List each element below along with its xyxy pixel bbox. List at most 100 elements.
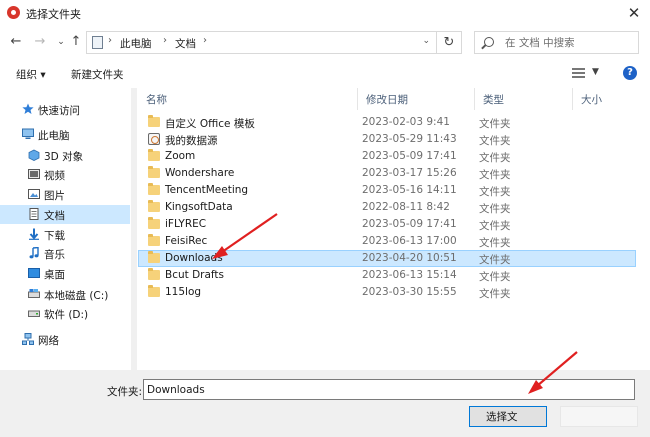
window-title: 选择文件夹 [26, 8, 81, 21]
command-bar: 组织 ▾ 新建文件夹 ▼ ? [0, 60, 650, 86]
document-icon [29, 208, 39, 220]
nav-item-videos[interactable]: 视频 [0, 165, 130, 184]
up-arrow-icon[interactable]: ↑ [68, 34, 84, 50]
file-type: 文件夹 [479, 237, 511, 249]
table-row[interactable]: 115log 2023-03-30 15:55 文件夹 [138, 284, 636, 301]
nav-item-this-pc[interactable]: 此电脑 [0, 125, 130, 144]
file-name: Downloads [165, 252, 223, 264]
nav-label: 网络 [38, 335, 59, 347]
file-type: 文件夹 [479, 135, 511, 147]
nav-item-network[interactable]: 网络 [0, 330, 130, 349]
folder-icon [148, 234, 160, 246]
table-row[interactable]: Bcut Drafts 2023-06-13 15:14 文件夹 [138, 267, 636, 284]
organize-button[interactable]: 组织 ▾ [16, 67, 46, 82]
search-box[interactable] [474, 31, 639, 54]
file-date: 2023-02-03 9:41 [362, 116, 450, 128]
back-arrow-icon[interactable]: ← [8, 34, 24, 50]
table-row[interactable]: 自定义 Office 模板 2023-02-03 9:41 文件夹 [138, 114, 636, 131]
location-icon [92, 36, 103, 49]
column-header-date-modified[interactable]: 修改日期 [358, 88, 475, 110]
file-type: 文件夹 [479, 203, 511, 215]
folder-name-input[interactable] [143, 379, 635, 400]
address-dropdown-icon[interactable]: ⌄ [422, 36, 430, 46]
file-date: 2023-05-09 17:41 [362, 150, 457, 162]
close-button[interactable]: ✕ [618, 0, 650, 26]
table-row[interactable]: Wondershare 2023-03-17 15:26 文件夹 [138, 165, 636, 182]
dialog-footer: 文件夹: 选择文 [0, 370, 650, 437]
nav-item-desktop[interactable]: 桌面 [0, 264, 130, 283]
music-icon [29, 247, 39, 259]
file-name: 我的数据源 [165, 135, 218, 147]
file-type: 文件夹 [479, 169, 511, 181]
nav-label: 此电脑 [38, 130, 70, 142]
file-date: 2023-03-30 15:55 [362, 286, 457, 298]
table-row[interactable]: iFLYREC 2023-05-09 17:41 文件夹 [138, 216, 636, 233]
nav-label: 下载 [44, 230, 65, 242]
file-date: 2023-05-09 17:41 [362, 218, 457, 230]
table-row[interactable]: Zoom 2023-05-09 17:41 文件夹 [138, 148, 636, 165]
nav-item-software-d[interactable]: 软件 (D:) [0, 304, 130, 323]
nav-item-music[interactable]: 音乐 [0, 244, 130, 263]
table-row[interactable]: FeisiRec 2023-06-13 17:00 文件夹 [138, 233, 636, 250]
breadcrumb-separator-icon[interactable]: › [108, 35, 112, 46]
breadcrumb-separator-icon[interactable]: › [163, 35, 167, 46]
file-name: Wondershare [165, 167, 235, 179]
table-row[interactable]: 我的数据源 2023-05-29 11:43 文件夹 [138, 131, 636, 148]
drive-icon [28, 310, 40, 317]
file-name: iFLYREC [165, 218, 207, 230]
nav-item-local-disk-c[interactable]: 本地磁盘 (C:) [0, 285, 130, 304]
breadcrumb-documents[interactable]: 文档 [175, 36, 196, 51]
recent-locations-chevron-icon[interactable]: ⌄ [53, 34, 69, 50]
file-type: 文件夹 [479, 186, 511, 198]
file-date: 2023-05-29 11:43 [362, 133, 457, 145]
view-dropdown-icon[interactable]: ▼ [592, 67, 599, 77]
nav-label: 音乐 [44, 249, 65, 261]
file-date: 2022-08-11 8:42 [362, 201, 450, 213]
folder-icon [148, 217, 160, 229]
breadcrumb-separator-icon[interactable]: › [203, 35, 207, 46]
folder-icon [148, 285, 160, 297]
folder-icon [148, 166, 160, 178]
help-icon[interactable]: ? [623, 66, 637, 80]
video-icon [28, 169, 40, 179]
column-header-name[interactable]: 名称 [138, 88, 358, 110]
new-folder-button[interactable]: 新建文件夹 [71, 67, 124, 82]
folder-icon [148, 251, 160, 263]
folder-icon [148, 200, 160, 212]
column-header-size[interactable]: 大小 [573, 88, 636, 110]
table-row[interactable]: TencentMeeting 2023-05-16 14:11 文件夹 [138, 182, 636, 199]
table-row-selected[interactable]: Downloads 2023-04-20 10:51 文件夹 [138, 250, 636, 267]
folder-icon [148, 268, 160, 280]
cancel-button[interactable] [560, 406, 638, 427]
file-name: 自定义 Office 模板 [165, 118, 255, 130]
file-name: Zoom [165, 150, 196, 162]
address-bar[interactable]: › 此电脑 › 文档 › ⌄ [86, 31, 437, 54]
computer-icon [22, 128, 34, 139]
refresh-button[interactable]: ↻ [437, 31, 462, 54]
picture-icon [28, 189, 40, 199]
column-header-type[interactable]: 类型 [475, 88, 573, 110]
breadcrumb-this-pc[interactable]: 此电脑 [120, 36, 152, 51]
view-options-icon[interactable] [572, 68, 585, 78]
nav-label: 软件 (D:) [44, 309, 89, 321]
forward-arrow-icon[interactable]: → [32, 34, 48, 50]
file-date: 2023-04-20 10:51 [362, 252, 457, 264]
drive-icon [28, 289, 40, 298]
nav-label: 3D 对象 [44, 151, 84, 163]
nav-label: 图片 [44, 190, 65, 202]
file-type: 文件夹 [479, 271, 511, 283]
navigation-scrollbar[interactable] [131, 88, 137, 370]
table-row[interactable]: KingsoftData 2022-08-11 8:42 文件夹 [138, 199, 636, 216]
nav-item-3d-objects[interactable]: 3D 对象 [0, 146, 130, 165]
title-bar: 选择文件夹 ✕ [0, 0, 650, 26]
nav-item-pictures[interactable]: 图片 [0, 185, 130, 204]
select-folder-button[interactable]: 选择文 [469, 406, 547, 427]
search-input[interactable] [505, 35, 635, 51]
nav-item-downloads[interactable]: 下载 [0, 225, 130, 244]
file-name: Bcut Drafts [165, 269, 225, 281]
nav-item-quick-access[interactable]: 快速访问 [0, 100, 130, 119]
file-name: TencentMeeting [165, 184, 249, 196]
folder-icon [148, 183, 160, 195]
address-row: ← → ⌄ ↑ › 此电脑 › 文档 › ⌄ ↻ [0, 26, 650, 60]
nav-item-documents[interactable]: 文档 [0, 205, 130, 224]
